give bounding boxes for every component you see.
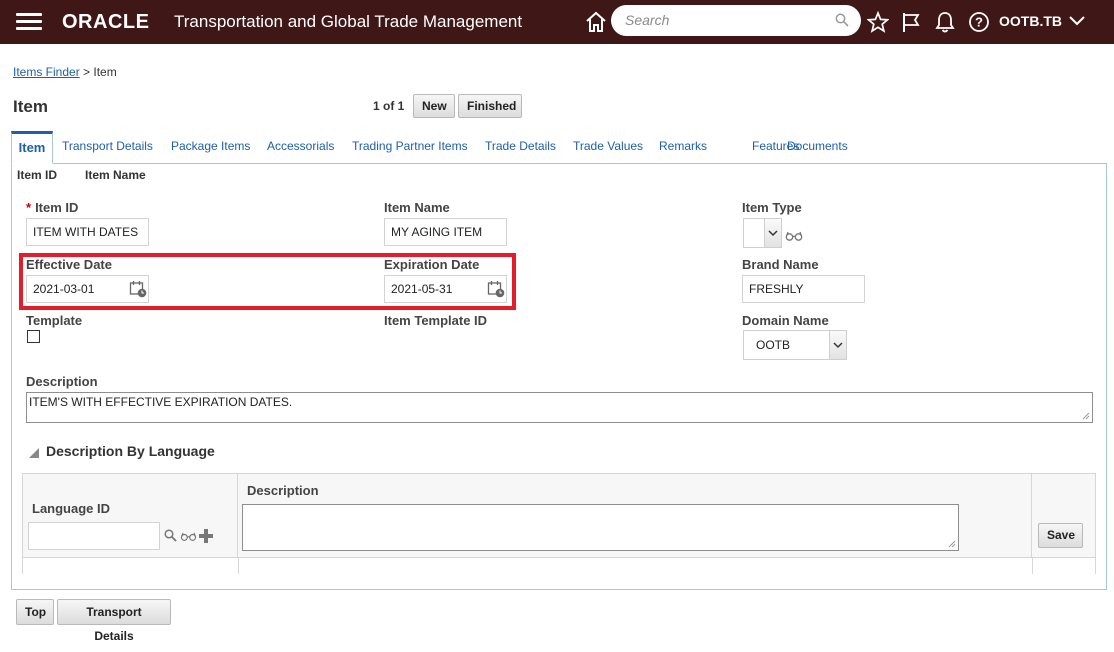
- app-header: ORACLE Transportation and Global Trade M…: [0, 0, 1114, 44]
- tab-package-items[interactable]: Package Items: [171, 139, 250, 153]
- domain-name-label: Domain Name: [742, 313, 829, 328]
- chevron-down-icon[interactable]: [764, 219, 781, 247]
- description-textarea[interactable]: ITEM'S WITH EFFECTIVE EXPIRATION DATES.: [26, 392, 1093, 423]
- description-label: Description: [26, 374, 98, 389]
- bell-icon[interactable]: [934, 11, 956, 33]
- table-empty-row: [23, 558, 1095, 574]
- item-id-field[interactable]: ITEM WITH DATES: [26, 218, 149, 246]
- help-icon[interactable]: ?: [968, 11, 990, 33]
- resize-grip-icon[interactable]: [948, 540, 956, 548]
- domain-name-select[interactable]: OOTB: [743, 330, 847, 360]
- chevron-down-icon[interactable]: [1068, 14, 1086, 28]
- date-fields-highlight: [19, 253, 516, 310]
- item-type-label: Item Type: [742, 200, 802, 215]
- glasses-icon[interactable]: [785, 230, 803, 242]
- language-id-label: Language ID: [32, 501, 111, 516]
- tab-transport-details[interactable]: Transport Details: [62, 139, 153, 153]
- home-icon[interactable]: [584, 10, 608, 34]
- collapse-triangle-icon[interactable]: [29, 448, 39, 458]
- menu-icon[interactable]: [16, 13, 42, 31]
- tab-trade-values[interactable]: Trade Values: [573, 139, 643, 153]
- language-id-field[interactable]: [28, 522, 160, 550]
- user-menu[interactable]: OOTB.TB: [999, 13, 1062, 29]
- breadcrumb-current: Item: [93, 65, 117, 79]
- item-name-label: Item Name: [384, 200, 450, 215]
- tab-remarks[interactable]: Remarks: [659, 139, 707, 153]
- required-marker: *: [26, 200, 32, 215]
- brand-name-label: Brand Name: [742, 257, 819, 272]
- description-value: ITEM'S WITH EFFECTIVE EXPIRATION DATES.: [29, 395, 293, 409]
- search-icon[interactable]: [835, 13, 849, 27]
- save-button[interactable]: Save: [1038, 523, 1083, 548]
- brand-name-field[interactable]: FRESHLY: [742, 275, 865, 303]
- resize-grip-icon[interactable]: [1082, 412, 1090, 420]
- language-description-textarea[interactable]: [242, 504, 959, 551]
- top-button[interactable]: Top: [16, 599, 54, 625]
- row-divider: [1032, 558, 1033, 574]
- template-label: Template: [26, 313, 83, 328]
- breadcrumb-items-finder-link[interactable]: Items Finder: [13, 65, 80, 79]
- oracle-logo: ORACLE: [62, 11, 150, 33]
- row-divider: [238, 558, 239, 574]
- star-icon[interactable]: [867, 11, 889, 33]
- tab-trading-partner-items[interactable]: Trading Partner Items: [352, 139, 468, 153]
- tab-accessorials[interactable]: Accessorials: [267, 139, 334, 153]
- item-id-label-text: Item ID: [35, 200, 79, 215]
- svg-text:?: ?: [975, 15, 983, 30]
- glasses-icon[interactable]: [180, 531, 197, 542]
- item-type-select[interactable]: [743, 218, 782, 248]
- language-description-label: Description: [247, 483, 319, 498]
- domain-name-value: OOTB: [756, 338, 791, 352]
- add-icon[interactable]: [199, 529, 213, 543]
- record-pager: 1 of 1: [373, 99, 405, 113]
- tab-trade-details[interactable]: Trade Details: [485, 139, 556, 153]
- new-button[interactable]: New: [413, 94, 455, 118]
- template-checkbox[interactable]: [27, 330, 40, 343]
- tab-documents[interactable]: Documents: [787, 139, 848, 153]
- search-input[interactable]: [623, 10, 823, 30]
- finished-button[interactable]: Finished: [458, 94, 522, 118]
- breadcrumb-separator: >: [83, 65, 91, 79]
- chevron-down-icon[interactable]: [829, 331, 846, 359]
- description-by-language-title: Description By Language: [46, 443, 215, 459]
- page-title: Item: [13, 97, 48, 116]
- subheader-item-name: Item Name: [85, 168, 146, 182]
- item-template-id-label: Item Template ID: [384, 313, 488, 328]
- subheader-item-id: Item ID: [17, 168, 58, 182]
- app-title: Transportation and Global Trade Manageme…: [174, 12, 523, 31]
- item-name-field[interactable]: MY AGING ITEM: [384, 218, 507, 246]
- global-search[interactable]: [611, 5, 861, 36]
- flag-icon[interactable]: [900, 11, 922, 33]
- breadcrumb: Items Finder > Item: [13, 65, 117, 79]
- transport-details-button[interactable]: Transport Details: [57, 599, 171, 643]
- search-icon[interactable]: [164, 529, 177, 542]
- tab-item[interactable]: Item: [11, 131, 53, 164]
- item-id-label: * Item ID: [26, 200, 78, 215]
